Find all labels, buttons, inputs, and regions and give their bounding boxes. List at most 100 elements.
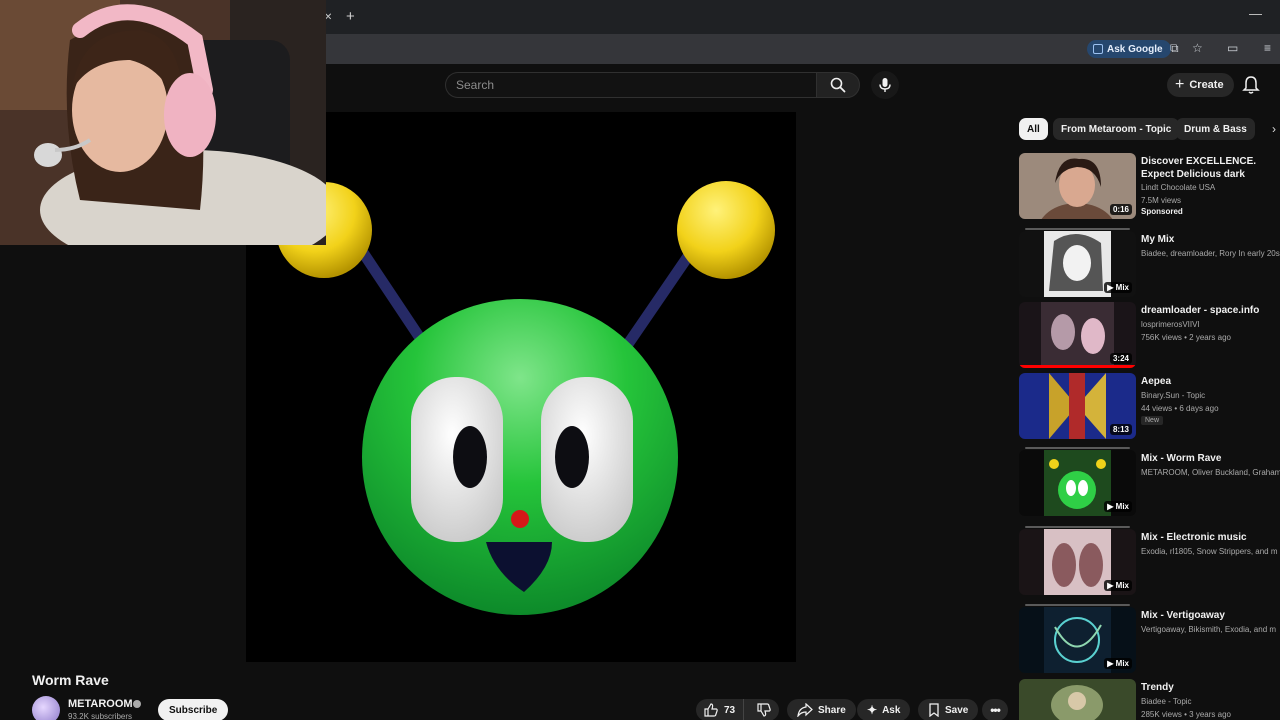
video-thumbnail[interactable]: ▶ Mix: [1019, 529, 1136, 595]
recommendation-item[interactable]: ▶ Mix Mix - Vertigoaway Vertigoaway, Bik…: [1019, 604, 1280, 677]
ask-google-label: Ask Google: [1107, 43, 1163, 55]
minimize-icon[interactable]: —: [1249, 6, 1262, 21]
like-count: 73: [724, 704, 736, 716]
video-player[interactable]: [246, 112, 796, 662]
bookmark-star-icon[interactable]: ☆: [1192, 42, 1203, 54]
search-input[interactable]: [456, 78, 796, 92]
more-actions-button[interactable]: •••: [982, 699, 1008, 720]
sponsored-badge: Sponsored: [1141, 207, 1183, 216]
recommendation-item[interactable]: 3:24 dreamloader - space.info losprimero…: [1019, 302, 1280, 372]
thumbnail-image: [1019, 679, 1136, 720]
video-duration: ▶ Mix: [1104, 580, 1132, 591]
webcam-overlay: [0, 0, 326, 245]
new-badge: New: [1141, 416, 1164, 425]
menu-icon[interactable]: ≡: [1264, 42, 1271, 54]
channel-avatar[interactable]: [32, 696, 60, 720]
recommendation-item[interactable]: 8:13 Aepea Binary.Sun - Topic 44 views •…: [1019, 373, 1280, 443]
recommendation-title[interactable]: Mix - Worm Rave: [1141, 452, 1280, 465]
recommendation-title[interactable]: Discover EXCELLENCE. Expect Delicious da…: [1141, 155, 1280, 181]
recommendation-views: 756K views • 2 years ago: [1141, 333, 1231, 342]
recommendation-channel[interactable]: Exodia, rl1805, Snow Strippers, and m: [1141, 546, 1280, 557]
video-thumbnail[interactable]: ▶ Mix: [1019, 231, 1136, 297]
recommendation-title[interactable]: Mix - Vertigoaway: [1141, 609, 1280, 622]
channel-name[interactable]: METAROOM: [68, 698, 133, 710]
recommendation-channel[interactable]: Binary.Sun - Topic: [1141, 390, 1280, 401]
video-duration: ▶ Mix: [1104, 501, 1132, 512]
video-thumbnail[interactable]: 0:16: [1019, 153, 1136, 219]
share-icon: [797, 703, 813, 717]
lens-icon: [1093, 44, 1103, 54]
streamer-webcam-image: [0, 0, 326, 245]
chip-from-metaroom[interactable]: From Metaroom - Topic: [1053, 118, 1180, 140]
recommendation-channel[interactable]: Biadee - Topic: [1141, 696, 1280, 707]
microphone-icon: [879, 78, 891, 92]
bookmark-icon: [929, 703, 939, 717]
recommendation-views: 44 views • 6 days ago: [1141, 404, 1219, 413]
recommendation-title[interactable]: Trendy: [1141, 681, 1280, 694]
recommendation-item[interactable]: ▶ Mix My Mix Biadee, dreamloader, Rory I…: [1019, 228, 1280, 301]
plus-icon: +: [1175, 76, 1185, 93]
search-button[interactable]: [816, 72, 860, 98]
share-button[interactable]: Share: [787, 699, 856, 720]
recommendation-title[interactable]: My Mix: [1141, 233, 1280, 246]
dislike-button[interactable]: [749, 699, 779, 720]
sparkle-icon: ✦: [867, 703, 878, 717]
mix-stack-line: [1025, 526, 1130, 528]
chip-drum-and-bass[interactable]: Drum & Bass: [1176, 118, 1255, 140]
more-horizontal-icon: •••: [990, 703, 1001, 717]
like-dislike-group: 73: [696, 699, 780, 720]
save-label: Save: [945, 704, 969, 716]
video-duration: ▶ Mix: [1104, 282, 1132, 293]
share-label: Share: [818, 704, 846, 716]
like-button[interactable]: 73: [696, 699, 745, 720]
subscribe-button[interactable]: Subscribe: [158, 699, 229, 720]
new-tab-icon[interactable]: +: [346, 9, 355, 24]
chip-all[interactable]: All: [1019, 118, 1048, 140]
watch-progress-bar: [1019, 365, 1136, 368]
video-duration: 0:16: [1109, 204, 1132, 215]
cast-icon[interactable]: ⧉: [1170, 42, 1179, 54]
video-thumbnail[interactable]: [1019, 679, 1136, 720]
create-button[interactable]: + Create: [1167, 73, 1234, 97]
recommendation-title[interactable]: Mix - Electronic music: [1141, 531, 1280, 544]
recommendation-item[interactable]: ▶ Mix Mix - Worm Rave METAROOM, Oliver B…: [1019, 447, 1280, 520]
recommendation-views: 7.5M views: [1141, 196, 1182, 205]
create-label: Create: [1189, 79, 1224, 91]
thumbs-down-icon: [757, 703, 771, 717]
recommendation-item[interactable]: Trendy Biadee - Topic 285K views • 3 yea…: [1019, 679, 1280, 720]
verified-icon: [133, 700, 141, 708]
ask-google-button[interactable]: Ask Google: [1087, 40, 1171, 58]
search-icon: [830, 77, 846, 93]
search-box: [445, 72, 817, 98]
recommendation-channel[interactable]: losprimerosVIIVI: [1141, 319, 1280, 330]
video-thumbnail[interactable]: ▶ Mix: [1019, 607, 1136, 673]
video-frame-alien-character: [276, 181, 775, 615]
recommendation-item[interactable]: ▶ Mix Mix - Electronic music Exodia, rl1…: [1019, 526, 1280, 599]
mix-stack-line: [1025, 604, 1130, 606]
video-duration: ▶ Mix: [1104, 658, 1132, 669]
recommendation-channel[interactable]: Biadee, dreamloader, Rory In early 20s: [1141, 248, 1280, 259]
video-duration: 3:24: [1109, 353, 1132, 364]
video-duration: 8:13: [1109, 424, 1132, 435]
recommendation-channel[interactable]: Vertigoaway, Bikismith, Exodia, and m: [1141, 624, 1280, 635]
video-thumbnail[interactable]: 3:24: [1019, 302, 1136, 368]
recommendation-channel[interactable]: Lindt Chocolate USA: [1141, 182, 1280, 193]
side-panel-icon[interactable]: ▭: [1227, 42, 1238, 54]
ask-button[interactable]: ✦ Ask: [857, 699, 911, 720]
recommendation-title[interactable]: dreamloader - space.info: [1141, 304, 1280, 317]
thumbs-up-icon: [704, 703, 718, 717]
video-thumbnail[interactable]: 8:13: [1019, 373, 1136, 439]
recommendation-channel[interactable]: METAROOM, Oliver Buckland, Graham: [1141, 467, 1280, 478]
recommendation-item[interactable]: 0:16 Discover EXCELLENCE. Expect Delicio…: [1019, 153, 1280, 223]
notifications-bell-icon[interactable]: [1242, 75, 1260, 95]
save-button[interactable]: Save: [918, 699, 979, 720]
voice-search-button[interactable]: [871, 71, 899, 99]
recommendation-views: 285K views • 3 years ago: [1141, 710, 1231, 719]
recommendation-title[interactable]: Aepea: [1141, 375, 1280, 388]
video-thumbnail[interactable]: ▶ Mix: [1019, 450, 1136, 516]
mix-stack-line: [1025, 228, 1130, 230]
mix-stack-line: [1025, 447, 1130, 449]
chevron-right-icon[interactable]: ›: [1272, 122, 1276, 136]
ask-label: Ask: [882, 704, 901, 716]
subscriber-count: 93.2K subscribers: [68, 712, 133, 720]
